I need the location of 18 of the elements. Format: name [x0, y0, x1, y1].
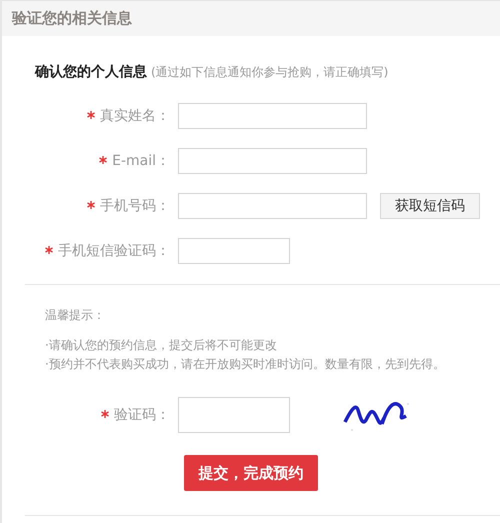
input-field[interactable]	[178, 238, 290, 264]
field-label: E-mail：	[112, 153, 170, 169]
input-field[interactable]	[178, 103, 367, 129]
field-label: 验证码：	[114, 407, 170, 423]
tip-line: ·请确认您的预约信息，提交后将不可能更改	[45, 337, 278, 354]
section-note: (通过如下信息通知你参与抢购，请正确填写)	[151, 64, 388, 81]
tip-line: ·预约并不代表购买成功，请在开放购买时准时访问。数量有限，先到先得。	[45, 356, 446, 373]
submit-button[interactable]: 提交，完成预约	[184, 455, 318, 491]
section-title: 确认您的个人信息	[35, 63, 147, 81]
input-field[interactable]	[178, 193, 367, 219]
field-label: 真实姓名：	[100, 108, 170, 124]
field-label: 手机短信验证码：	[58, 243, 170, 259]
tips-title: 温馨提示：	[45, 307, 106, 324]
get-code-button[interactable]: 获取短信码	[380, 193, 480, 219]
field-label: 手机号码：	[100, 198, 170, 214]
input-field[interactable]	[178, 148, 367, 174]
page-title: 验证您的相关信息	[12, 9, 132, 28]
input-field[interactable]	[178, 397, 290, 433]
